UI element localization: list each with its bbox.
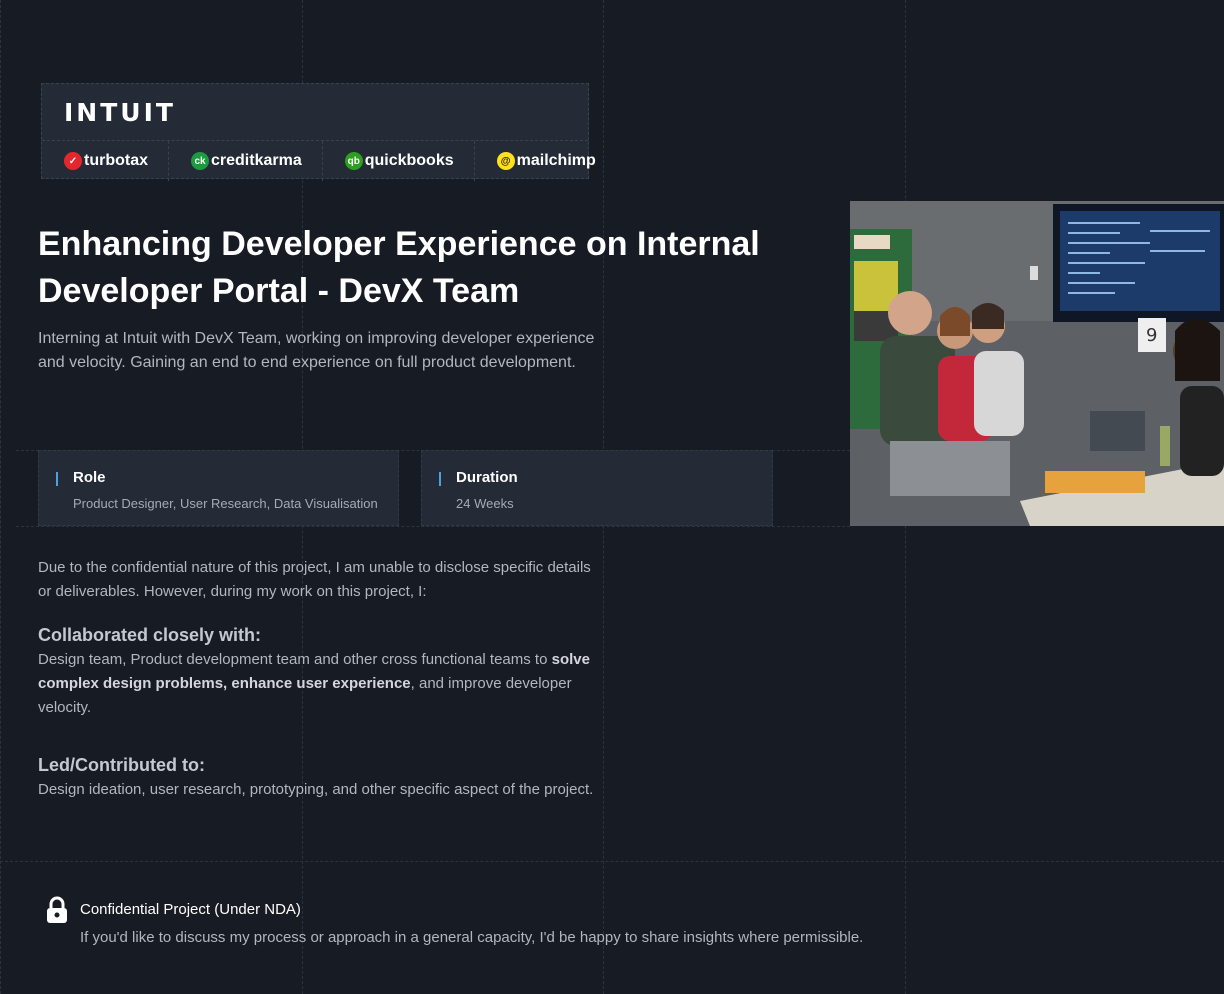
guide-line — [16, 526, 850, 527]
nda-text: If you'd like to discuss my process or a… — [80, 929, 864, 946]
collab-text: Design team, Product development team an… — [38, 651, 552, 668]
role-value: Product Designer, User Research, Data Vi… — [73, 496, 378, 511]
brand-quickbooks: qb quickbooks — [323, 141, 475, 181]
role-label: Role — [73, 469, 106, 486]
team-meeting-photo: 9 — [850, 201, 1224, 526]
led-heading: Led/Contributed to: — [38, 755, 205, 775]
brand-row: ✓ turbotax ck creditkarma qb quickbooks … — [42, 140, 596, 181]
collab-paragraph: Design team, Product development team an… — [38, 648, 608, 720]
brand-label: creditkarma — [211, 152, 302, 169]
guide-line — [0, 861, 1224, 862]
qb-icon: qb — [344, 152, 363, 170]
brand-creditkarma: ck creditkarma — [169, 141, 323, 181]
brand-mailchimp: @ mailchimp — [475, 141, 616, 181]
brand-turbotax: ✓ turbotax — [42, 141, 169, 181]
page-title: Enhancing Developer Experience on Intern… — [38, 225, 760, 310]
accent-bar — [56, 472, 58, 486]
duration-value: 24 Weeks — [456, 496, 514, 511]
intuit-logo: INTUIT — [64, 98, 176, 127]
brand-label: turbotax — [84, 152, 148, 169]
svg-text:9: 9 — [1146, 325, 1157, 346]
nda-title: Confidential Project (Under NDA) — [80, 901, 301, 918]
brand-logo-card: INTUIT ✓ turbotax ck creditkarma qb quic… — [41, 83, 596, 181]
brand-label: mailchimp — [516, 152, 596, 169]
collab-heading: Collaborated closely with: — [38, 625, 262, 645]
accent-bar — [439, 472, 441, 486]
guide-line — [0, 0, 1, 994]
led-paragraph: Design ideation, user research, prototyp… — [38, 781, 594, 798]
duration-label: Duration — [456, 469, 518, 486]
page-subtitle: Interning at Intuit with DevX Team, work… — [38, 330, 595, 371]
role-card: Role Product Designer, User Research, Da… — [38, 450, 399, 526]
intro-paragraph: Due to the confidential nature of this p… — [38, 559, 591, 600]
mailchimp-icon: @ — [496, 152, 515, 170]
duration-card: Duration 24 Weeks — [421, 450, 773, 526]
brand-label: quickbooks — [364, 152, 454, 169]
lock-icon — [47, 896, 67, 923]
ck-icon: ck — [191, 152, 209, 170]
checkmark-icon: ✓ — [64, 152, 82, 170]
